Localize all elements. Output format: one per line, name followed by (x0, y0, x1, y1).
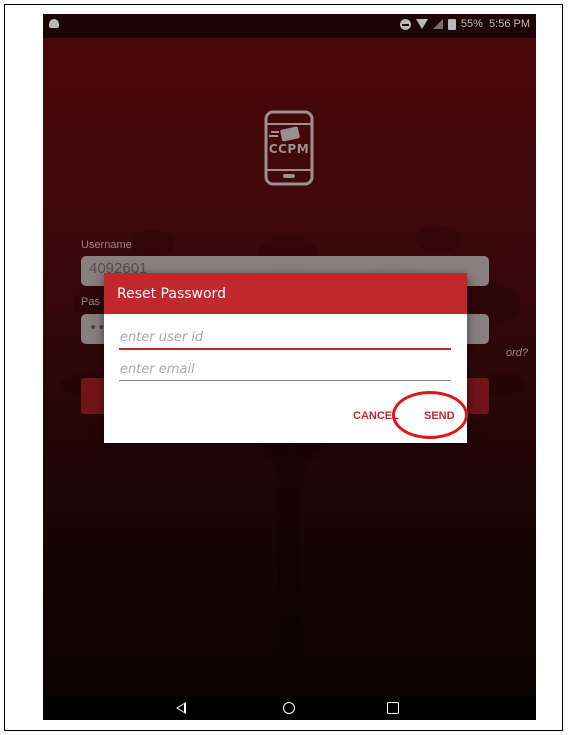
back-button[interactable] (161, 696, 201, 720)
home-icon (283, 702, 295, 714)
home-button[interactable] (269, 696, 309, 720)
navigation-bar (43, 696, 536, 720)
dialog-title: Reset Password (104, 273, 467, 314)
back-icon (176, 702, 186, 714)
annotation-circle (392, 391, 468, 439)
recents-icon (387, 702, 399, 714)
screenshot-frame: 55% 5:56 PM CCPM Username 4092601 Pas ••… (4, 4, 563, 731)
user-id-input[interactable] (119, 330, 451, 350)
device-screen: 55% 5:56 PM CCPM Username 4092601 Pas ••… (43, 14, 536, 720)
email-input[interactable] (119, 362, 451, 381)
recents-button[interactable] (373, 696, 413, 720)
